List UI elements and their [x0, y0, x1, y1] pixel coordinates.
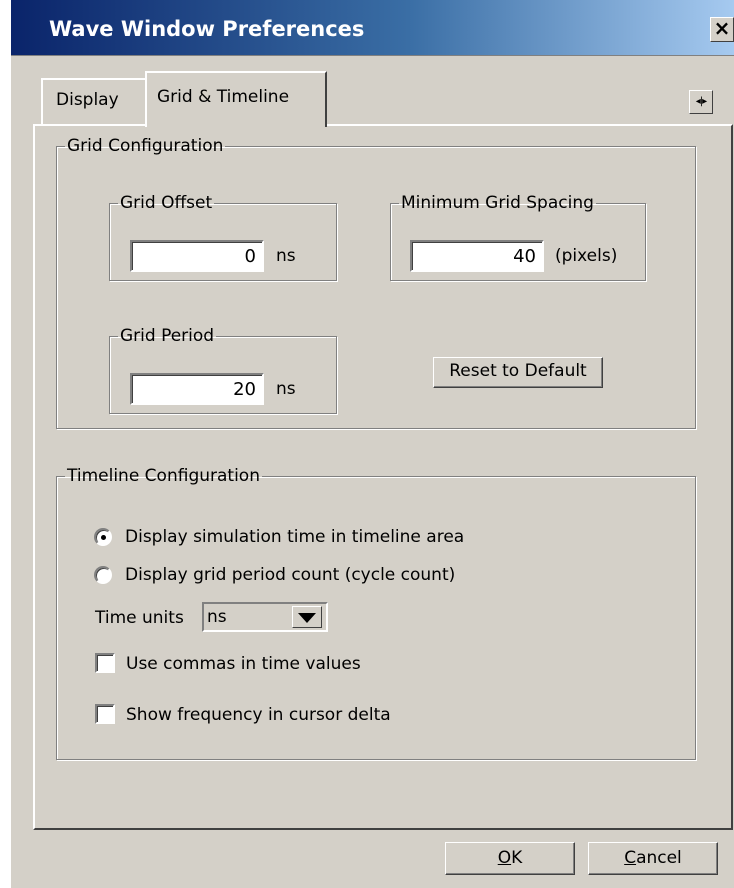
tab-display-label: Display	[56, 90, 119, 110]
tab-grid-timeline[interactable]: Grid & Timeline	[145, 71, 327, 127]
tab-panel-grid-timeline: Grid Configuration Grid Offset 0 ns Mini…	[33, 124, 733, 830]
min-grid-spacing-input[interactable]: 40	[410, 240, 544, 272]
time-units-label: Time units	[95, 608, 184, 628]
radio-cycle-count-label[interactable]: Display grid period count (cycle count)	[125, 565, 455, 585]
title-bar[interactable]: Wave Window Preferences ×	[11, 0, 734, 56]
cancel-mnemonic: C	[624, 848, 637, 868]
ok-button[interactable]: OK	[445, 842, 575, 875]
time-units-dropdown[interactable]: ns	[202, 602, 328, 632]
show-frequency-label[interactable]: Show frequency in cursor delta	[126, 705, 391, 725]
ok-label-rest: K	[511, 848, 523, 868]
cancel-button[interactable]: Cancel	[588, 842, 718, 875]
radio-sim-time-label[interactable]: Display simulation time in timeline area	[125, 527, 464, 547]
ok-mnemonic: O	[497, 848, 512, 868]
timeline-configuration-group: Timeline Configuration Display simulatio…	[56, 467, 696, 760]
grid-period-input[interactable]: 20	[130, 373, 264, 405]
tab-scroll-icon: ◂|▸	[695, 96, 707, 107]
tab-display[interactable]: Display	[41, 78, 151, 124]
grid-offset-unit: ns	[276, 246, 296, 266]
chevron-down-icon	[298, 613, 316, 623]
tab-grid-timeline-label: Grid & Timeline	[157, 87, 290, 107]
reset-to-default-button[interactable]: Reset to Default	[433, 357, 603, 388]
time-units-value: ns	[207, 607, 227, 627]
use-commas-label[interactable]: Use commas in time values	[126, 654, 361, 674]
grid-offset-input[interactable]: 0	[130, 240, 264, 272]
close-icon: ×	[713, 16, 731, 40]
window-title: Wave Window Preferences	[49, 17, 365, 41]
radio-sim-time[interactable]	[94, 528, 112, 546]
min-grid-spacing-group: Minimum Grid Spacing 40 (pixels)	[390, 194, 646, 281]
timeline-configuration-legend: Timeline Configuration	[67, 466, 260, 486]
cancel-label-rest: ancel	[636, 848, 682, 868]
min-grid-spacing-legend: Minimum Grid Spacing	[401, 193, 594, 213]
grid-offset-legend: Grid Offset	[120, 193, 213, 213]
show-frequency-checkbox[interactable]	[95, 704, 115, 724]
preferences-dialog: Wave Window Preferences × Display Grid &…	[11, 0, 734, 888]
grid-offset-group: Grid Offset 0 ns	[109, 194, 337, 281]
grid-period-unit: ns	[276, 379, 296, 399]
radio-cycle-count[interactable]	[94, 566, 112, 584]
min-grid-spacing-unit: (pixels)	[555, 246, 618, 266]
close-button[interactable]: ×	[710, 17, 734, 42]
grid-configuration-group: Grid Configuration Grid Offset 0 ns Mini…	[56, 137, 696, 429]
use-commas-checkbox[interactable]	[95, 653, 115, 673]
grid-period-group: Grid Period 20 ns	[109, 327, 337, 414]
grid-configuration-legend: Grid Configuration	[67, 136, 224, 156]
grid-period-legend: Grid Period	[120, 326, 215, 346]
dropdown-arrow-button[interactable]	[292, 606, 322, 628]
radio-selected-dot	[101, 535, 106, 540]
tab-scroll-arrows[interactable]: ◂|▸	[689, 90, 713, 114]
